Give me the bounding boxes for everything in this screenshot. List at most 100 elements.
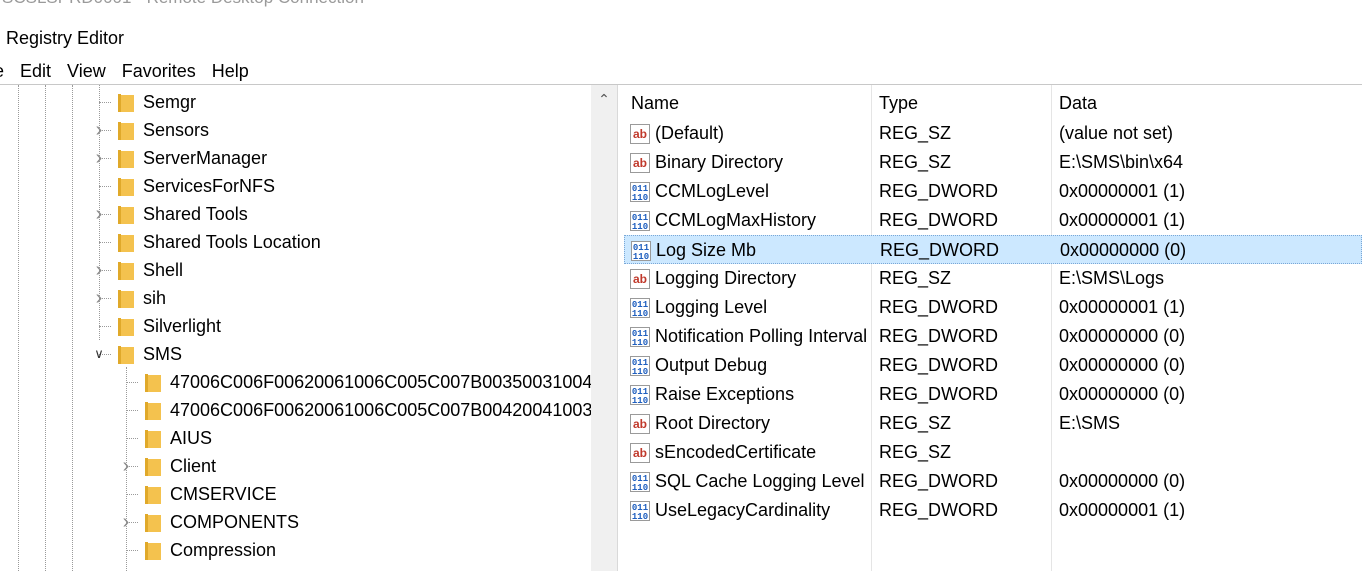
tree-node[interactable]: Compression — [0, 536, 591, 564]
folder-icon — [118, 150, 134, 168]
value-row[interactable]: 011 110 Output Debug REG_DWORD 0x00000000 (0… — [624, 351, 1362, 380]
folder-icon — [118, 234, 134, 252]
chevron-right-icon[interactable]: › — [92, 284, 106, 312]
window-title: Registry Editor — [6, 28, 125, 48]
binary-value-icon: 011110 — [630, 327, 650, 347]
value-name: (Default) — [655, 123, 725, 143]
chevron-right-icon[interactable]: › — [92, 256, 106, 284]
menu-view[interactable]: View — [59, 59, 114, 83]
tree-node[interactable]: ServicesForNFS — [0, 172, 591, 200]
svg-text:ab: ab — [633, 127, 647, 141]
folder-icon — [118, 262, 134, 280]
registry-tree: Semgr › Sensors › ServerManager ServicesForNF… — [0, 85, 591, 571]
menu-file[interactable]: e — [0, 59, 12, 83]
tree-node-label: Silverlight — [143, 316, 222, 336]
tree-node-label: Client — [170, 456, 217, 476]
values-list: Name Type Data ab (Default) REG_SZ (value n… — [624, 85, 1362, 571]
tree-node[interactable]: Semgr — [0, 88, 591, 116]
value-name: Binary Directory — [655, 152, 784, 172]
value-data: E:\SMS\Logs — [1059, 268, 1165, 288]
tree-node-label: Shared Tools — [143, 204, 248, 224]
value-row[interactable]: ab Logging Directory REG_SZ E:\SMS\Logs — [624, 264, 1362, 293]
value-name: Notification Polling Interval — [655, 326, 868, 346]
binary-value-icon: 011110 — [631, 241, 651, 261]
tree-connector — [126, 410, 138, 411]
svg-text:110: 110 — [632, 309, 648, 318]
value-type: REG_SZ — [879, 442, 952, 462]
tree-node[interactable]: › sih — [0, 284, 591, 312]
value-type: REG_DWORD — [879, 384, 999, 404]
chevron-right-icon[interactable]: › — [92, 116, 106, 144]
binary-value-icon: 011110 — [630, 472, 650, 492]
column-header-data[interactable]: Data — [1059, 90, 1097, 116]
value-row[interactable]: 011 110 Logging Level REG_DWORD 0x00000001 (… — [624, 293, 1362, 322]
tree-node[interactable]: › Client — [0, 452, 591, 480]
chevron-right-icon[interactable]: › — [92, 200, 106, 228]
value-row[interactable]: 011 110 Notification Polling Interval REG_D… — [624, 322, 1362, 351]
menu-favorites[interactable]: Favorites — [114, 59, 204, 83]
tree-node[interactable]: › COMPONENTS — [0, 508, 591, 536]
tree-node[interactable]: › Shared Tools — [0, 200, 591, 228]
tree-node[interactable]: 47006C006F00620061006C005C007B0035003100… — [0, 368, 591, 396]
value-row[interactable]: 011 110 SQL Cache Logging Level REG_DWORD 0x… — [624, 467, 1362, 496]
value-row[interactable]: ab Root Directory REG_SZ E:\SMS — [624, 409, 1362, 438]
tree-node[interactable]: › Shell — [0, 256, 591, 284]
value-row[interactable]: ab (Default) REG_SZ (value not set) — [624, 119, 1362, 148]
value-name: Root Directory — [655, 413, 771, 433]
tree-node[interactable]: AIUS — [0, 424, 591, 452]
value-data: E:\SMS\bin\x64 — [1059, 152, 1184, 172]
folder-icon — [118, 318, 134, 336]
string-value-icon: ab — [630, 269, 650, 289]
tree-node[interactable]: Silverlight — [0, 312, 591, 340]
value-data: 0x00000000 (0) — [1059, 355, 1186, 375]
column-header-name[interactable]: Name — [631, 90, 679, 116]
value-data: (value not set) — [1059, 123, 1174, 143]
tree-node[interactable]: › ServerManager — [0, 144, 591, 172]
tree-connector — [126, 382, 138, 383]
column-header-type[interactable]: Type — [879, 90, 918, 116]
tree-node-label: sih — [143, 288, 167, 308]
folder-icon — [118, 290, 134, 308]
value-data: 0x00000000 (0) — [1060, 240, 1187, 260]
value-type: REG_SZ — [879, 268, 952, 288]
folder-icon — [145, 402, 161, 420]
tree-node-label: ServicesForNFS — [143, 176, 276, 196]
value-row[interactable]: 011 110 Log Size Mb REG_DWORD 0x00000000 (0) — [624, 235, 1362, 264]
value-type: REG_DWORD — [879, 500, 999, 520]
folder-icon — [118, 178, 134, 196]
scroll-up-icon[interactable]: ⌃ — [591, 91, 617, 111]
menu-edit[interactable]: Edit — [12, 59, 59, 83]
tree-scrollbar[interactable]: ⌃ — [591, 85, 617, 571]
chevron-right-icon[interactable]: › — [92, 144, 106, 172]
tree-node[interactable]: CMSERVICE — [0, 480, 591, 508]
value-row[interactable]: 011 110 CCMLogMaxHistory REG_DWORD 0x0000000… — [624, 206, 1362, 235]
value-row[interactable]: ab sEncodedCertificate REG_SZ — [624, 438, 1362, 467]
value-row[interactable]: 011 110 Raise Exceptions REG_DWORD 0x0000000… — [624, 380, 1362, 409]
tree-connector — [126, 550, 138, 551]
folder-icon — [118, 94, 134, 112]
value-row[interactable]: 011 110 UseLegacyCardinality REG_DWORD 0x000… — [624, 496, 1362, 525]
svg-text:110: 110 — [632, 338, 648, 347]
chevron-right-icon[interactable]: › — [119, 508, 133, 536]
menu-help[interactable]: Help — [204, 59, 257, 83]
chevron-right-icon[interactable]: › — [119, 452, 133, 480]
chevron-down-icon[interactable]: ∨ — [92, 340, 106, 368]
binary-value-icon: 011110 — [630, 211, 650, 231]
tree-node[interactable]: 47006C006F00620061006C005C007B0042004100… — [0, 396, 591, 424]
binary-value-icon: 011110 — [630, 298, 650, 318]
value-type: REG_SZ — [879, 413, 952, 433]
tree-connector — [126, 438, 138, 439]
tree-node[interactable]: › Sensors — [0, 116, 591, 144]
svg-text:ab: ab — [633, 156, 647, 170]
value-name: Output Debug — [655, 355, 768, 375]
value-data: 0x00000000 (0) — [1059, 326, 1186, 346]
tree-node-label: Compression — [170, 540, 277, 560]
tree-node[interactable]: Shared Tools Location — [0, 228, 591, 256]
tree-node[interactable]: ∨ SMS — [0, 340, 591, 368]
value-row[interactable]: ab Binary Directory REG_SZ E:\SMS\bin\x64 — [624, 148, 1362, 177]
string-value-icon: ab — [630, 153, 650, 173]
svg-text:110: 110 — [632, 396, 648, 405]
svg-text:110: 110 — [632, 483, 648, 492]
value-name: Logging Level — [655, 297, 768, 317]
value-row[interactable]: 011 110 CCMLogLevel REG_DWORD 0x00000001 (1) — [624, 177, 1362, 206]
